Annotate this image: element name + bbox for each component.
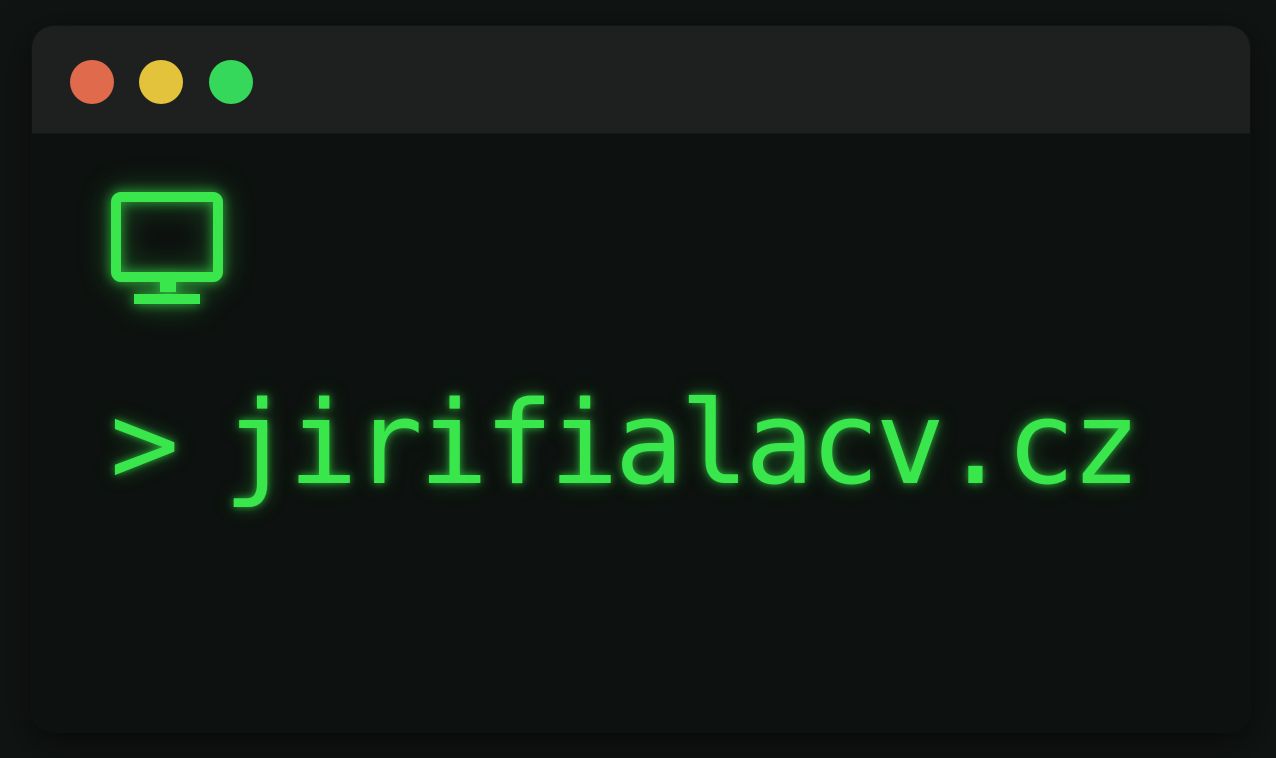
- command-text[interactable]: jirifialacv.cz: [223, 377, 1140, 511]
- monitor-stand-neck: [160, 278, 176, 292]
- prompt-symbol: >: [110, 377, 179, 511]
- terminal-window: > jirifialacv.cz: [32, 26, 1250, 732]
- window-titlebar: [32, 26, 1250, 134]
- command-line: > jirifialacv.cz: [110, 374, 1141, 514]
- monitor-screen: [111, 192, 223, 282]
- maximize-button[interactable]: [209, 60, 253, 104]
- close-button[interactable]: [70, 60, 114, 104]
- monitor-icon: [111, 192, 223, 304]
- minimize-button[interactable]: [139, 60, 183, 104]
- monitor-stand-base: [134, 294, 200, 304]
